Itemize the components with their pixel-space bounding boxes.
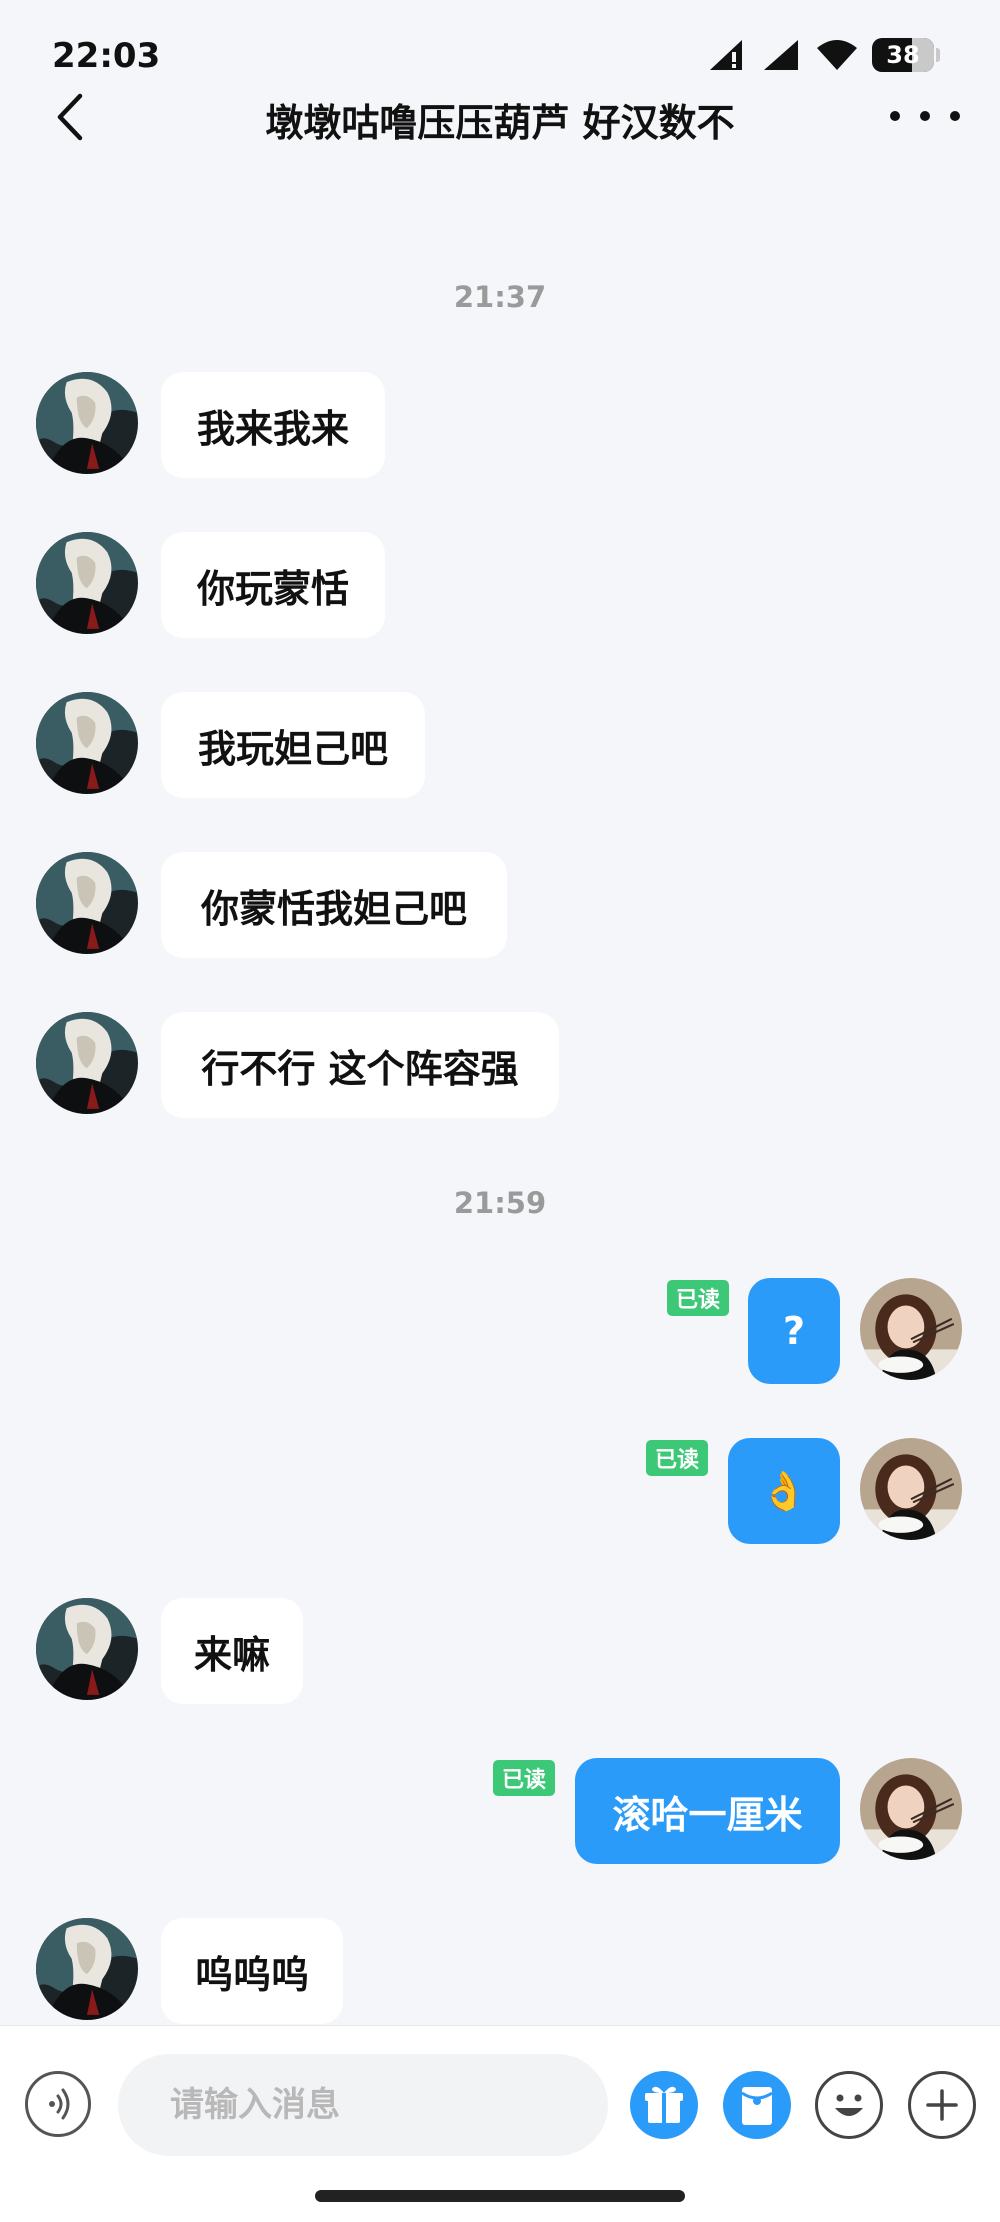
avatar[interactable] (36, 852, 138, 954)
message-bubble[interactable]: 来嘛 (161, 1598, 303, 1704)
red-packet-icon (741, 2087, 773, 2125)
wifi-icon (817, 40, 857, 70)
signal-alert-icon (710, 40, 742, 70)
voice-button[interactable] (25, 2071, 91, 2137)
avatar[interactable] (860, 1438, 962, 1540)
message-bubble[interactable]: 我玩妲己吧 (161, 692, 425, 798)
status-time: 22:03 (52, 36, 161, 76)
read-badge: 已读 (667, 1280, 729, 1316)
message-bubble[interactable]: 呜呜呜 (161, 1918, 343, 2024)
more-dots-icon (890, 111, 900, 121)
message-row: 已读 👌 (0, 1438, 1000, 1548)
avatar[interactable] (36, 1918, 138, 2020)
read-badge: 已读 (646, 1440, 708, 1476)
message-input[interactable] (118, 2054, 608, 2156)
message-row: 呜呜呜 (0, 1918, 1000, 2028)
chat-header: 墩墩咕噜压压葫芦 好汉数不 (0, 80, 1000, 150)
message-bubble[interactable]: 我来我来 (161, 372, 385, 478)
emoji-icon (835, 2094, 863, 2116)
message-row: 来嘛 (0, 1598, 1000, 1708)
home-indicator[interactable] (315, 2190, 685, 2202)
more-button[interactable] (890, 96, 960, 136)
timestamp: 21:37 (453, 280, 547, 314)
message-bubble[interactable]: 行不行 这个阵容强 (161, 1012, 559, 1118)
avatar[interactable] (36, 1012, 138, 1114)
avatar[interactable] (36, 532, 138, 634)
message-row: 已读 ? (0, 1278, 1000, 1388)
status-icons: 38 (708, 38, 940, 72)
battery-level: 38 (886, 41, 920, 69)
message-row: 你蒙恬我妲己吧 (0, 852, 1000, 962)
battery-tip (936, 48, 940, 62)
message-row: 已读 滚哈一厘米 (0, 1758, 1000, 1868)
message-bubble[interactable]: 滚哈一厘米 (575, 1758, 840, 1864)
chat-screen: 22:03 38 墩墩咕噜压压葫芦 好汉数不 21:37 21:59 我来我来 … (0, 0, 1000, 2222)
emoji-button[interactable] (815, 2071, 883, 2139)
message-bubble[interactable]: 你玩蒙恬 (161, 532, 385, 638)
chat-title: 墩墩咕噜压压葫芦 好汉数不 (265, 101, 735, 145)
timestamp: 21:59 (453, 1186, 547, 1220)
avatar[interactable] (36, 372, 138, 474)
gift-button[interactable] (630, 2071, 698, 2139)
message-row: 我来我来 (0, 372, 1000, 482)
plus-button[interactable] (908, 2071, 976, 2139)
red-packet-button[interactable] (723, 2071, 791, 2139)
message-bubble[interactable]: 你蒙恬我妲己吧 (161, 852, 507, 958)
message-bubble[interactable]: ? (748, 1278, 840, 1384)
read-badge: 已读 (493, 1760, 555, 1796)
message-row: 你玩蒙恬 (0, 532, 1000, 642)
avatar[interactable] (36, 1598, 138, 1700)
plus-icon (926, 2089, 958, 2121)
avatar[interactable] (36, 692, 138, 794)
avatar[interactable] (860, 1278, 962, 1380)
message-row: 我玩妲己吧 (0, 692, 1000, 802)
avatar[interactable] (860, 1758, 962, 1860)
voice-icon (49, 2088, 70, 2120)
gift-icon (645, 2086, 683, 2123)
message-row: 行不行 这个阵容强 (0, 1012, 1000, 1122)
battery-icon: 38 (872, 38, 934, 72)
message-bubble[interactable]: 👌 (728, 1438, 840, 1544)
signal-icon (764, 40, 798, 70)
